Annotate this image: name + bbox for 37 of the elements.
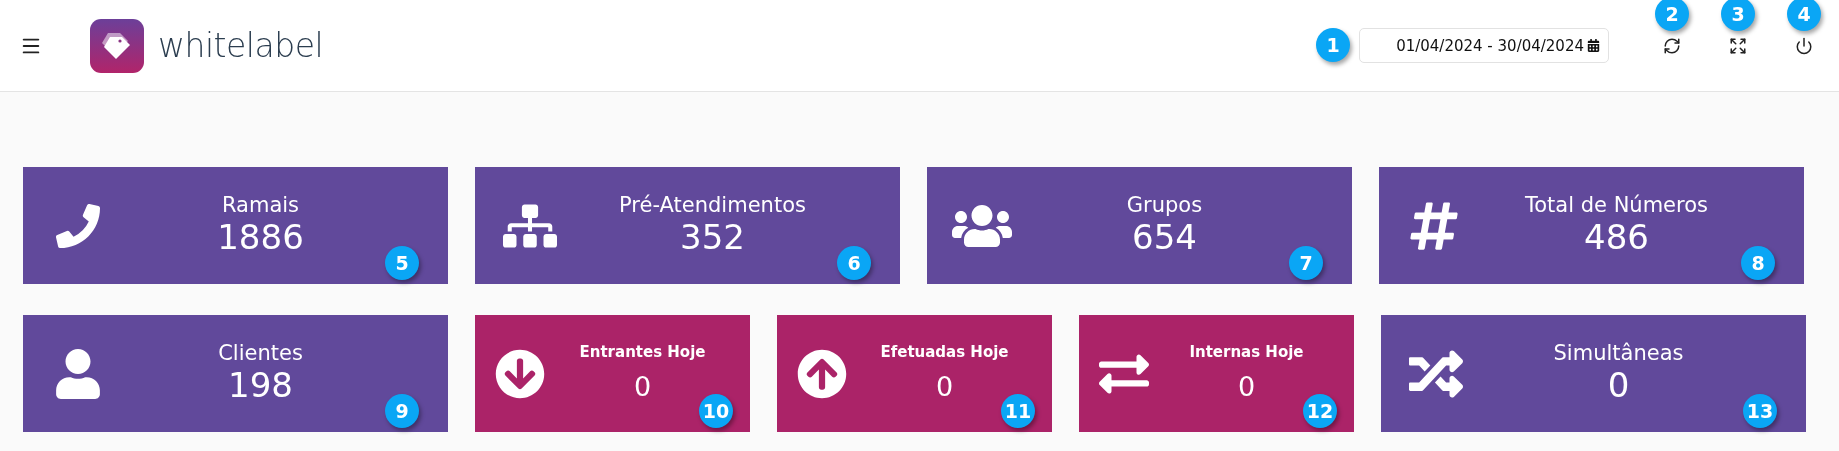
- date-range-field[interactable]: 01/04/2024 - 30/04/2024: [1359, 28, 1609, 63]
- phone-icon: [56, 203, 100, 248]
- number-badge: 6: [837, 246, 871, 280]
- stat-value: 0: [633, 371, 652, 404]
- user-icon: [53, 348, 103, 399]
- logo-icon: [90, 18, 144, 73]
- stat-value: 654: [1132, 217, 1197, 258]
- number-badge: 8: [1741, 246, 1775, 280]
- stat-title: Total de Números: [1525, 193, 1708, 218]
- calendar-icon: [1587, 39, 1600, 52]
- number-badge: 5: [385, 246, 419, 280]
- stat-value: 486: [1584, 217, 1649, 258]
- number-badge: 13: [1743, 394, 1777, 428]
- stat-title: Ramais: [221, 193, 300, 218]
- number-badge: 3: [1721, 0, 1755, 31]
- stat-value: 0: [1607, 365, 1630, 406]
- stat-value: 0: [1237, 371, 1256, 404]
- number-badge: 2: [1655, 0, 1689, 31]
- stat-title: Grupos: [1126, 193, 1203, 218]
- stat-value: 0: [935, 371, 954, 404]
- number-badge: 4: [1787, 0, 1821, 31]
- stat-title: Pré-Atendimentos: [619, 193, 806, 218]
- number-badge: 1: [1316, 28, 1350, 62]
- stat-value: 1886: [217, 217, 304, 258]
- stat-value: 352: [680, 217, 745, 258]
- stat-title: Simultâneas: [1553, 341, 1684, 366]
- number-badge: 11: [1001, 394, 1035, 428]
- stat-title: Internas Hoje: [1189, 343, 1304, 362]
- stat-title: Efetuadas Hoje: [880, 343, 1009, 362]
- number-badge: 12: [1303, 394, 1337, 428]
- logo-text: whitelabel: [158, 26, 324, 65]
- number-badge: 9: [385, 394, 419, 428]
- stat-title: Entrantes Hoje: [579, 343, 706, 362]
- stat-title: Clientes: [218, 341, 303, 366]
- number-badge: 10: [699, 394, 733, 428]
- number-badge: 7: [1289, 246, 1323, 280]
- stat-value: 198: [228, 365, 293, 406]
